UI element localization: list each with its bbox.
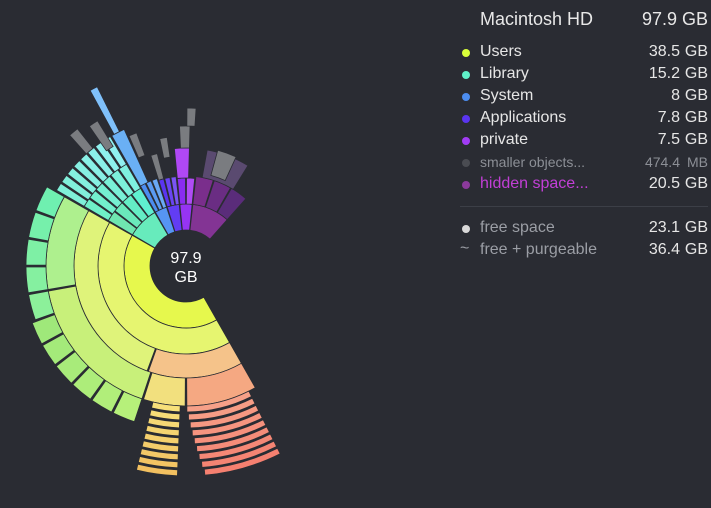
disk-header: Macintosh HD 97.9 GB: [480, 9, 708, 33]
small-items-segment[interactable]: [69, 128, 94, 155]
legend-size: 38.5: [648, 43, 680, 60]
legend-unit: GB: [684, 175, 708, 192]
dot-icon: [462, 225, 470, 233]
applications-dot-icon: [462, 115, 470, 123]
private-child-segment[interactable]: [173, 147, 190, 179]
legend-panel: Macintosh HD 97.9 GB Users 38.5 GB Libra…: [458, 0, 711, 508]
small-items-segment[interactable]: [186, 107, 197, 127]
disk-name: Macintosh HD: [480, 9, 594, 29]
legend-item-users[interactable]: Users 38.5 GB: [458, 43, 708, 65]
smaller-objects-dot-icon: [462, 159, 470, 167]
legend-size: 7.8: [657, 109, 680, 126]
legend-item-applications[interactable]: Applications 7.8 GB: [458, 109, 708, 131]
free-space-size: 23.1: [648, 219, 680, 236]
hidden-space-dot-icon: [462, 181, 470, 189]
free-purgeable-row: ~ free + purgeable 36.4 GB: [458, 240, 708, 263]
legend-item-hidden-space[interactable]: hidden space... 20.5 GB: [458, 175, 708, 197]
free-space-row: free space 23.1 GB: [458, 219, 708, 241]
free-space-label: free space: [480, 219, 555, 236]
legend-label: Library: [480, 65, 529, 82]
free-space-unit: GB: [684, 219, 708, 236]
users-dot-icon: [462, 49, 470, 57]
disk-total-size: 97.9 GB: [641, 9, 708, 29]
legend-label: Users: [480, 43, 522, 60]
users-child-segment[interactable]: [143, 372, 186, 407]
legend-item-system[interactable]: System 8 GB: [458, 87, 708, 109]
legend-size: 20.5: [648, 175, 680, 192]
legend-unit: GB: [684, 131, 708, 148]
legend-label: System: [480, 87, 534, 104]
private-dot-icon: [462, 137, 470, 145]
library-dot-icon: [462, 71, 470, 79]
users-leaf-segment[interactable]: [25, 238, 49, 266]
private-child-segment[interactable]: [179, 125, 191, 149]
legend-label: smaller objects...: [480, 154, 586, 170]
free-purgeable-label: free + purgeable: [480, 241, 597, 258]
legend-unit: GB: [684, 43, 708, 60]
legend-size: 474.4: [644, 154, 680, 170]
legend-divider: [460, 206, 708, 207]
legend-unit: MB: [687, 154, 708, 170]
free-purgeable-unit: GB: [684, 241, 708, 258]
tilde-icon: ~: [460, 240, 470, 257]
applications-child-segment[interactable]: [150, 153, 165, 181]
users-leaf-segment[interactable]: [25, 266, 49, 294]
legend-item-smaller-objects[interactable]: smaller objects... 474.4 MB: [458, 153, 708, 175]
legend-item-private[interactable]: private 7.5 GB: [458, 131, 708, 153]
system-dot-icon: [462, 93, 470, 101]
small-items-segment[interactable]: [159, 136, 171, 159]
center-size-unit: GB: [174, 269, 198, 286]
legend-unit: GB: [684, 109, 708, 126]
sunburst-chart[interactable]: 97.9 GB: [0, 0, 450, 508]
legend-label: hidden space...: [480, 175, 589, 192]
legend-label: Applications: [480, 109, 567, 126]
legend-size: 7.5: [657, 131, 680, 148]
center-size-value: 97.9: [170, 250, 202, 267]
legend-label: private: [480, 131, 529, 148]
center-total-label[interactable]: 97.9 GB: [156, 249, 216, 287]
sunburst-svg[interactable]: [0, 0, 450, 508]
legend-unit: GB: [684, 65, 708, 82]
legend-size: 15.2: [648, 65, 680, 82]
legend-unit: GB: [684, 87, 708, 104]
legend-item-library[interactable]: Library 15.2 GB: [458, 65, 708, 87]
legend-size: 8: [671, 87, 680, 104]
free-purgeable-size: 36.4: [648, 241, 680, 258]
